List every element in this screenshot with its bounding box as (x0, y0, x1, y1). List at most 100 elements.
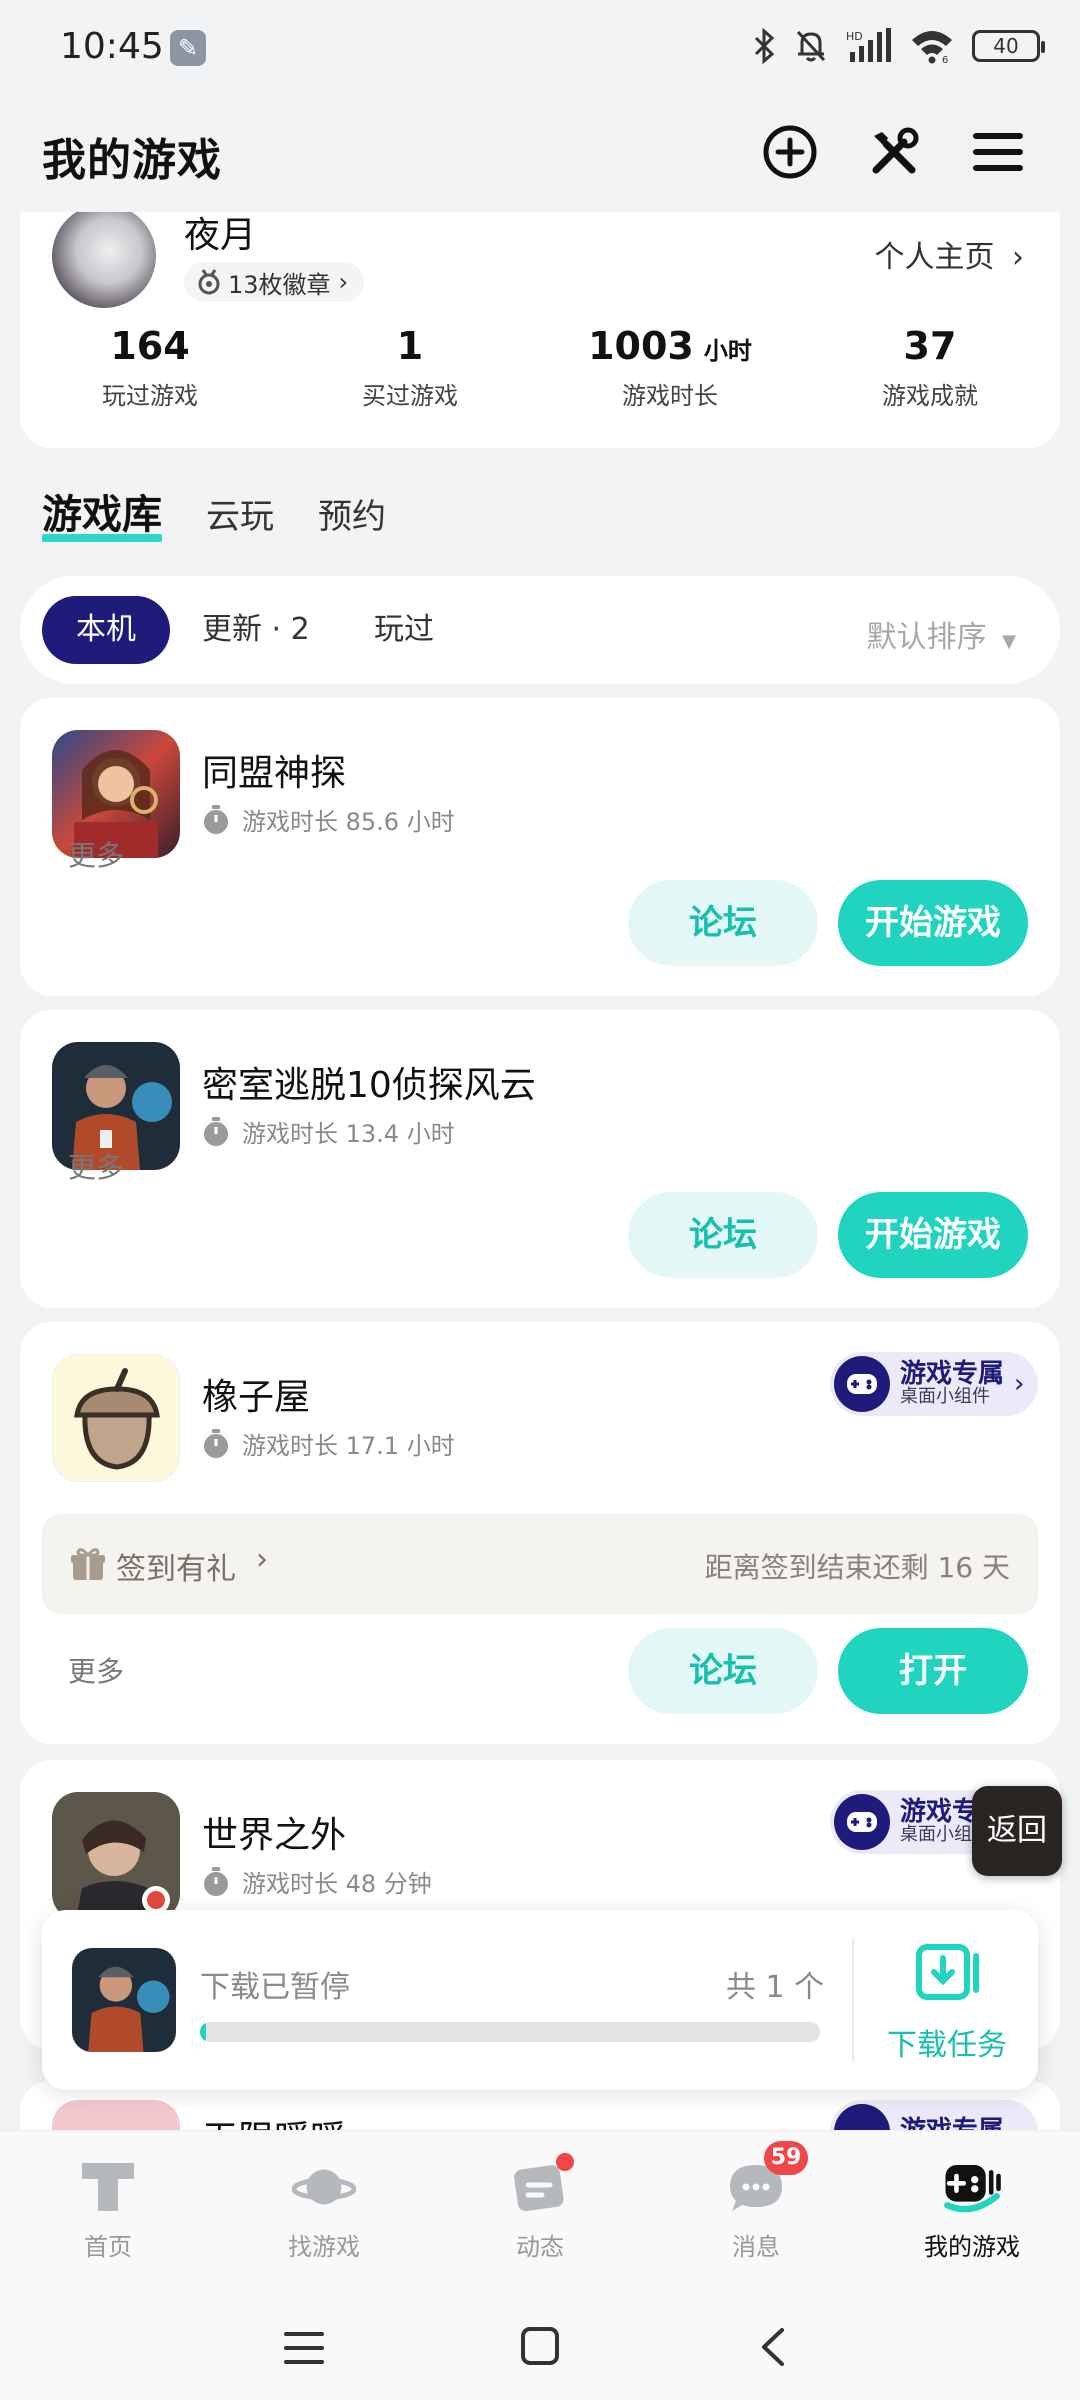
download-tasks-label: 下载任务 (887, 2028, 1007, 2063)
widget-title: 游戏专属 (900, 1358, 1005, 1389)
menu-button[interactable] (968, 122, 1028, 182)
widget-badge[interactable]: 游戏专属 桌面小组件 › (830, 1352, 1038, 1416)
status-time: 10:45 (60, 26, 164, 67)
username: 夜月 (184, 215, 257, 256)
badges-label: 13枚徽章 (228, 270, 331, 299)
home-button-icon[interactable] (520, 2326, 560, 2366)
more-button[interactable]: 更多 (68, 1650, 124, 1690)
add-circle-button[interactable] (760, 122, 820, 182)
stat-playtime[interactable]: 1003 小时 游戏时长 (540, 324, 800, 411)
gift-icon (71, 1548, 105, 1580)
svg-text:6: 6 (942, 55, 948, 64)
nav-label: 首页 (84, 2233, 132, 2261)
filter-bar: 本机 更新 · 2 玩过 默认排序 ▼ (20, 576, 1060, 684)
svg-text:HD: HD (846, 30, 863, 43)
stat-value: 1 (396, 324, 424, 368)
filter-played[interactable]: 玩过 (340, 596, 468, 664)
playtime: 游戏时长 85.6 小时 (202, 802, 455, 837)
stopwatch-icon (204, 1116, 228, 1146)
stat-achievements[interactable]: 37 游戏成就 (800, 324, 1060, 411)
divider (852, 1938, 854, 2062)
chevron-right-icon: › (1012, 240, 1024, 275)
download-bar[interactable]: 下载已暂停 共 1 个 下载任务 (42, 1910, 1038, 2090)
app-header: 我的游戏 (0, 100, 1080, 212)
avatar[interactable] (52, 212, 156, 308)
playtime: 游戏时长 48 分钟 (202, 1864, 432, 1899)
stat-value: 164 (110, 324, 190, 368)
badges-pill[interactable]: 13枚徽章 › (184, 262, 365, 302)
chevron-right-icon: › (256, 1542, 268, 1577)
start-game-button[interactable]: 开始游戏 (838, 880, 1028, 966)
forum-button[interactable]: 论坛 (628, 1192, 818, 1278)
forum-button[interactable]: 论坛 (628, 880, 818, 966)
playtime-text: 游戏时长 13.4 小时 (242, 1120, 455, 1148)
stat-unit: 小时 (703, 337, 752, 365)
stat-value: 37 (903, 324, 957, 368)
nav-my-games[interactable]: 我的游戏 (864, 2131, 1080, 2280)
stats-row: 164 玩过游戏 1 买过游戏 1003 小时 游戏时长 37 游戏成就 (20, 324, 1060, 411)
tools-button[interactable] (864, 122, 924, 182)
stat-label: 玩过游戏 (102, 382, 198, 410)
unread-badge: 59 (764, 2141, 808, 2175)
game-card[interactable]: 橡子屋 游戏时长 17.1 小时 游戏专属 桌面小组件 › 签到有礼 › 距离签… (20, 1322, 1060, 1744)
stat-bought[interactable]: 1 买过游戏 (280, 324, 540, 411)
checkin-status: 距离签到结束还剩 16 天 (704, 1551, 1010, 1584)
game-icon[interactable] (52, 1792, 180, 1920)
tab-library[interactable]: 游戏库 (42, 482, 162, 542)
playtime-text: 游戏时长 85.6 小时 (242, 808, 455, 836)
nav-feed[interactable]: 动态 (432, 2131, 648, 2280)
nav-home[interactable]: 首页 (0, 2131, 216, 2280)
game-title: 橡子屋 (202, 1377, 311, 1418)
sort-dropdown[interactable]: 默认排序 ▼ (867, 612, 1016, 656)
progress-fill (200, 2022, 207, 2042)
download-tasks-button[interactable]: 下载任务 (872, 1934, 1022, 2074)
more-button[interactable]: 更多 (68, 1146, 124, 1186)
homepage-link[interactable]: 个人主页 › (874, 232, 1024, 276)
recents-icon[interactable] (284, 2330, 324, 2366)
homepage-label: 个人主页 (874, 240, 995, 275)
nav-label: 动态 (516, 2233, 564, 2261)
start-game-button[interactable]: 开始游戏 (838, 1192, 1028, 1278)
checkin-banner[interactable]: 签到有礼 › 距离签到结束还剩 16 天 (42, 1514, 1038, 1614)
forum-button[interactable]: 论坛 (628, 1628, 818, 1714)
status-bar: 10:45 ✎ HD 6 40 (0, 0, 1080, 100)
game-icon[interactable] (52, 1354, 180, 1482)
wifi-icon: 6 (912, 31, 952, 64)
stopwatch-icon (204, 804, 228, 834)
tab-cloud[interactable]: 云玩 (206, 489, 274, 538)
add-circle-icon (763, 125, 817, 179)
nav-messages[interactable]: 59 消息 (648, 2131, 864, 2280)
game-card[interactable]: 密室逃脱10侦探风云 游戏时长 13.4 小时 更多 论坛 开始游戏 (20, 1010, 1060, 1308)
sort-label: 默认排序 (866, 620, 987, 655)
battery-indicator: 40 (972, 30, 1045, 62)
open-game-button[interactable]: 打开 (838, 1628, 1028, 1714)
download-count: 共 1 个 (726, 1970, 825, 2005)
back-icon[interactable] (758, 2326, 788, 2368)
filter-updates[interactable]: 更新 · 2 (168, 596, 344, 664)
nav-discover[interactable]: 找游戏 (216, 2131, 432, 2280)
page-title: 我的游戏 (42, 135, 222, 186)
download-game-icon (72, 1948, 176, 2052)
game-card[interactable]: 同盟神探 游戏时长 85.6 小时 更多 论坛 开始游戏 (20, 698, 1060, 996)
tools-icon (872, 127, 919, 174)
stat-label: 游戏成就 (882, 382, 978, 410)
mute-bell-icon (796, 30, 826, 62)
stat-label: 买过游戏 (362, 382, 458, 410)
caret-down-icon: ▼ (1002, 631, 1016, 652)
tab-reserve[interactable]: 预约 (318, 489, 386, 538)
planet-icon (292, 2157, 356, 2217)
stat-played[interactable]: 164 玩过游戏 (20, 324, 280, 411)
filter-local[interactable]: 本机 (42, 596, 170, 664)
playtime: 游戏时长 13.4 小时 (202, 1114, 455, 1149)
playtime-text: 游戏时长 17.1 小时 (242, 1432, 455, 1460)
stopwatch-icon (204, 1428, 228, 1458)
bluetooth-icon (754, 28, 775, 64)
notification-dot (556, 2153, 574, 2171)
more-button[interactable]: 更多 (68, 834, 124, 874)
download-status: 下载已暂停 (200, 1970, 350, 2005)
gamepad-icon (940, 2157, 1004, 2217)
floating-back-button[interactable]: 返回 (972, 1786, 1062, 1876)
bottom-nav: 首页 找游戏 动态 59 消息 我的游戏 (0, 2130, 1080, 2280)
medal-icon (198, 269, 220, 295)
nav-label: 找游戏 (288, 2233, 360, 2261)
